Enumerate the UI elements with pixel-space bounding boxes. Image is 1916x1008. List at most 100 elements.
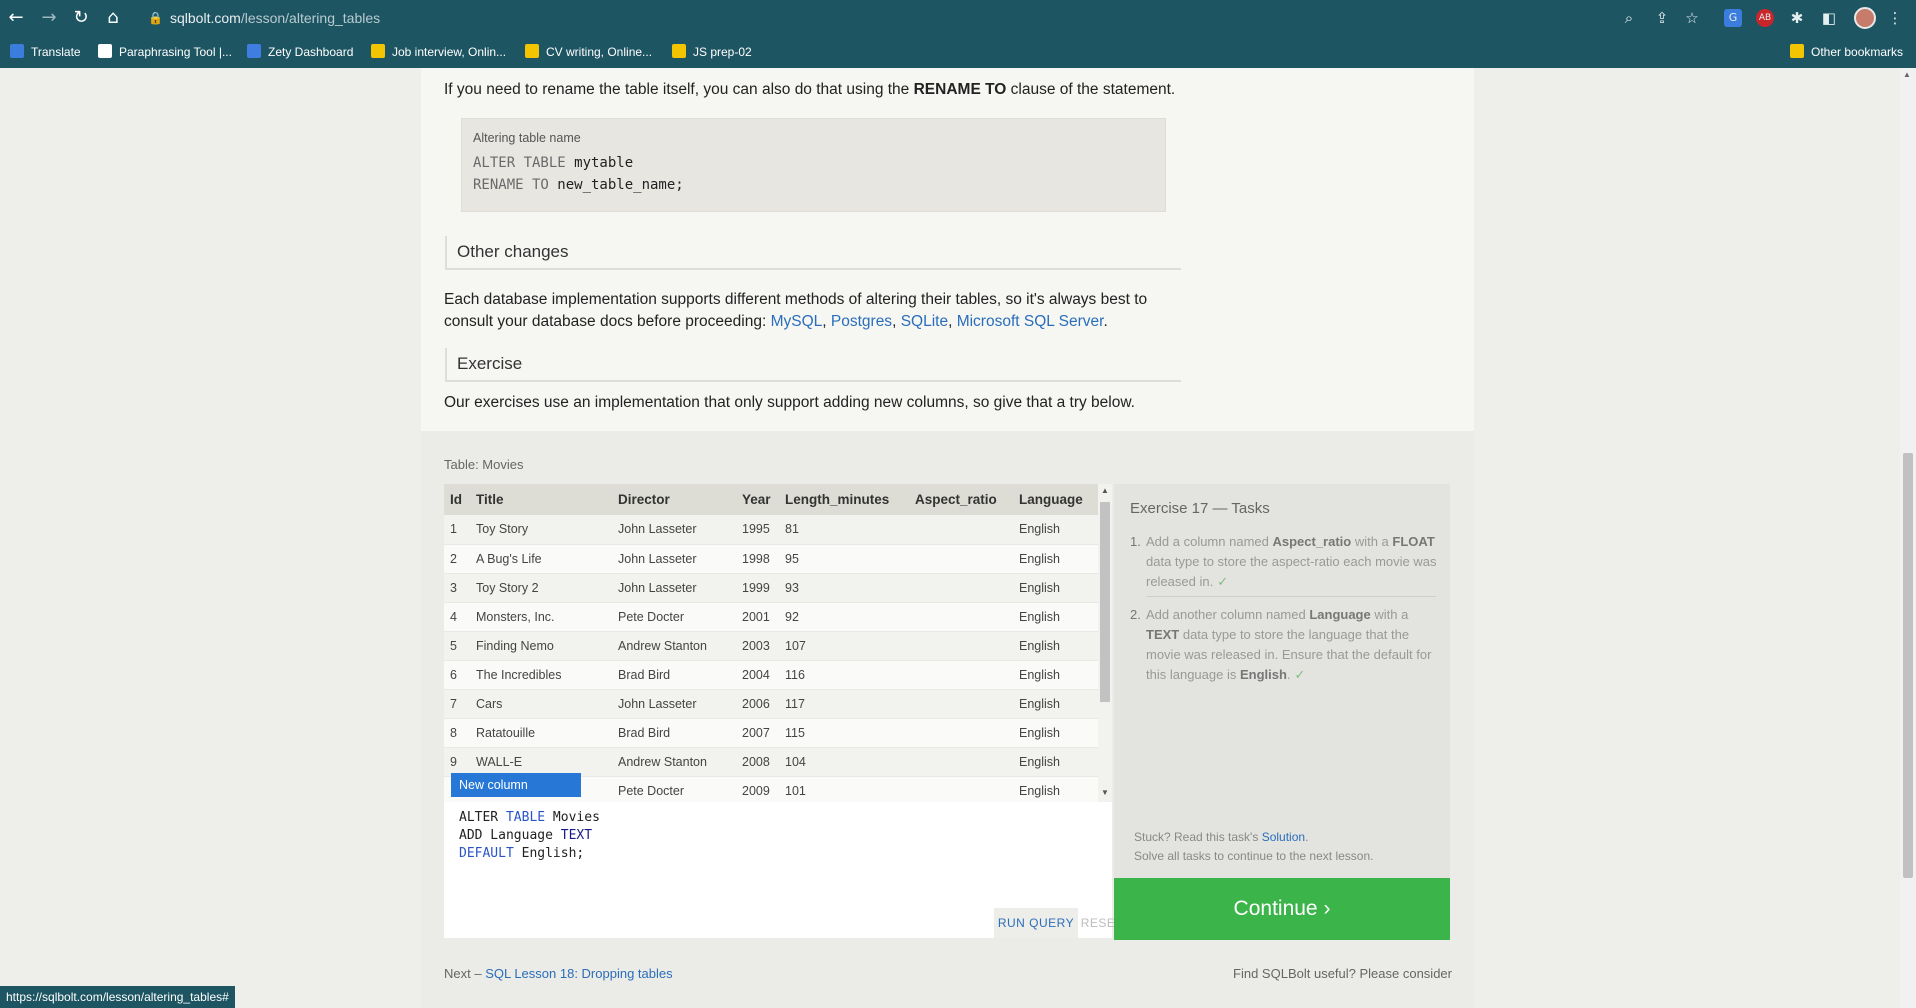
tasks-title: Exercise 17 — Tasks: [1130, 500, 1270, 517]
back-icon[interactable]: ←: [6, 8, 26, 28]
other-changes-line-1: Each database implementation supports di…: [444, 291, 1148, 308]
scroll-up-icon[interactable]: ▲: [1903, 70, 1911, 79]
movies-table: Id Title Director Year Length_minutes As…: [444, 484, 1098, 802]
side-panel-icon[interactable]: ◧: [1820, 9, 1838, 27]
table-scroll-thumb[interactable]: [1100, 502, 1110, 702]
table-row: 7 Cars John Lasseter 2006 117 English: [444, 689, 1098, 719]
next-lesson-link[interactable]: SQL Lesson 18: Dropping tables: [485, 966, 672, 981]
adblock-extension-icon[interactable]: AB: [1756, 9, 1774, 27]
forward-icon[interactable]: →: [39, 8, 59, 28]
star-icon[interactable]: ☆: [1683, 9, 1701, 27]
table-cell: A Bug's Life: [470, 544, 612, 574]
table-cell: [909, 660, 1013, 690]
status-url: https://sqlbolt.com/lesson/altering_tabl…: [0, 986, 235, 1008]
table-cell: English: [1013, 660, 1098, 690]
code-caption: Altering table name: [473, 131, 581, 145]
lock-icon: 🔒: [148, 11, 163, 25]
scroll-up-icon[interactable]: ▲: [1100, 486, 1110, 495]
table-caption: Table: Movies: [444, 457, 524, 472]
bookmark-job-interview[interactable]: Job interview, Onlin...: [371, 36, 506, 68]
translate-extension-icon[interactable]: G: [1724, 9, 1742, 27]
next-prefix: Next –: [444, 966, 486, 981]
code-keyword: ALTER TABLE: [473, 155, 566, 171]
table-scrollbar[interactable]: ▲ ▼: [1098, 484, 1112, 802]
intro-text: If you need to rename the table itself, …: [444, 81, 914, 98]
table-cell: 2003: [736, 631, 779, 661]
sql-editor[interactable]: ALTER TABLE Movies ADD Language TEXT DEF…: [444, 802, 1123, 938]
share-icon[interactable]: ⇪: [1653, 9, 1671, 27]
task-text: with a: [1370, 607, 1409, 622]
table-cell: Andrew Stanton: [612, 747, 736, 777]
extensions-icon[interactable]: ✱: [1788, 9, 1806, 27]
table-cell: 5: [444, 631, 470, 661]
bookmark-zety[interactable]: Zety Dashboard: [247, 36, 353, 68]
task-text: .: [1286, 667, 1291, 682]
reload-icon[interactable]: ↻: [71, 8, 91, 28]
editor-token: ADD Language: [459, 828, 561, 843]
new-column-tooltip: New column: [451, 773, 581, 797]
folder-icon: [1790, 44, 1804, 58]
scroll-down-icon[interactable]: ▼: [1100, 788, 1110, 797]
site-icon: [525, 44, 539, 58]
table-cell: WALL-E: [470, 747, 612, 777]
other-bookmarks[interactable]: Other bookmarks: [1790, 36, 1903, 68]
table-cell: 1995: [736, 515, 779, 545]
code-keyword: RENAME TO: [473, 177, 549, 193]
table-cell: Toy Story: [470, 515, 612, 545]
table-cell: 8: [444, 718, 470, 748]
support-text: Find SQLBolt useful? Please consider: [1233, 966, 1452, 981]
bookmark-label: Zety Dashboard: [268, 45, 354, 59]
table-cell: 2009: [736, 776, 779, 802]
bookmark-cv-writing[interactable]: CV writing, Online...: [525, 36, 652, 68]
table-cell: 101: [779, 776, 909, 802]
task-number: 1.: [1130, 534, 1141, 549]
code-line-2: RENAME TO new_table_name;: [473, 177, 684, 193]
link-mysql[interactable]: MySQL: [771, 313, 823, 330]
table-cell: English: [1013, 747, 1098, 777]
address-bar[interactable]: 🔒 sqlbolt.com/lesson/altering_tables: [140, 4, 1640, 32]
page-scroll-thumb[interactable]: [1903, 453, 1913, 878]
task-number: 2.: [1130, 607, 1141, 622]
table-cell: Andrew Stanton: [612, 631, 736, 661]
url-path: /lesson/altering_tables: [240, 10, 381, 26]
page-scrollbar[interactable]: ▲: [1900, 68, 1916, 1008]
table-cell: 115: [779, 718, 909, 748]
link-sqlite[interactable]: SQLite: [901, 313, 948, 330]
table-cell: 2007: [736, 718, 779, 748]
table-row: 5 Finding Nemo Andrew Stanton 2003 107 Englis…: [444, 631, 1098, 661]
solution-link[interactable]: Solution: [1262, 830, 1305, 844]
bookmarks-bar: Translate Paraphrasing Tool |... Zety Da…: [0, 36, 1916, 68]
profile-avatar[interactable]: [1854, 7, 1876, 29]
table-cell: English: [1013, 515, 1098, 545]
bookmark-js-prep[interactable]: JS prep-02: [672, 36, 752, 68]
task-bold: Aspect_ratio: [1272, 534, 1352, 549]
heading-other-changes: Other changes: [445, 236, 1181, 270]
folder-icon: [672, 44, 686, 58]
table-cell: 116: [779, 660, 909, 690]
link-postgres[interactable]: Postgres: [831, 313, 892, 330]
task-item-2: 2. Add another column named Language wit…: [1130, 605, 1440, 685]
continue-button[interactable]: Continue ›: [1114, 878, 1450, 940]
table-cell: Brad Bird: [612, 660, 736, 690]
menu-icon[interactable]: ⋮: [1886, 9, 1904, 27]
table-cell: 6: [444, 660, 470, 690]
stuck-text: Stuck? Read this task's Solution.: [1134, 830, 1308, 844]
link-mssql[interactable]: Microsoft SQL Server: [957, 313, 1104, 330]
editor-token: DEFAULT: [459, 846, 514, 861]
home-icon[interactable]: ⌂: [103, 8, 123, 28]
zoom-icon[interactable]: ⌕: [1620, 9, 1638, 27]
run-query-button[interactable]: RUN QUERY: [994, 908, 1078, 938]
table-cell: 95: [779, 544, 909, 574]
table-cell: 93: [779, 573, 909, 603]
table-cell: English: [1013, 573, 1098, 603]
movies-table-container[interactable]: Id Title Director Year Length_minutes As…: [444, 484, 1098, 802]
table-cell: English: [1013, 689, 1098, 719]
bookmark-translate[interactable]: Translate: [10, 36, 81, 68]
other-changes-line-2: consult your database docs before procee…: [444, 313, 1108, 330]
url-domain: sqlbolt.com: [170, 10, 241, 26]
table-cell: 1999: [736, 573, 779, 603]
tasks-panel: Exercise 17 — Tasks 1. Add a column name…: [1114, 484, 1450, 880]
table-cell: John Lasseter: [612, 573, 736, 603]
bookmark-paraphrasing[interactable]: Paraphrasing Tool |...: [98, 36, 232, 68]
table-cell: [909, 573, 1013, 603]
